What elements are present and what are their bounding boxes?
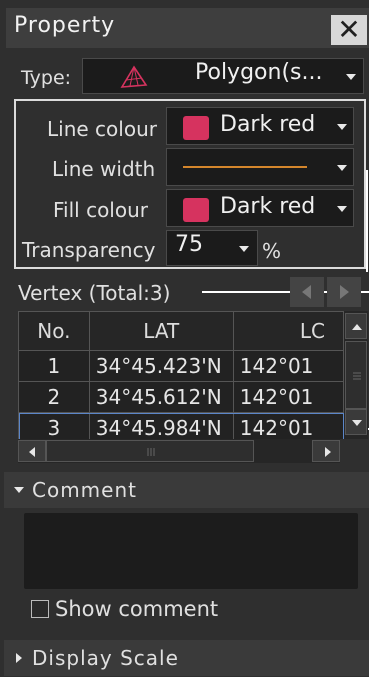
close-button[interactable]: ✕ <box>331 15 367 45</box>
chevron-left-icon <box>302 285 311 299</box>
line-colour-label: Line colour <box>47 117 157 141</box>
chevron-down-icon <box>337 206 347 212</box>
property-panel: Property ✕ Type: Polygon(s... Line colou… <box>0 0 369 677</box>
panel-title: Property <box>14 13 116 38</box>
vertex-no: 2 <box>18 381 90 413</box>
chevron-down-icon <box>352 420 362 426</box>
chevron-right-icon <box>325 447 331 457</box>
transparency-value: 75 <box>175 232 203 257</box>
vertex-grid: No. LAT LC 1 34°45.423'N 142°01 2 34°45.… <box>18 311 344 439</box>
comment-textarea[interactable] <box>24 513 358 589</box>
show-comment-checkbox[interactable] <box>31 600 49 618</box>
scroll-down-button[interactable] <box>345 409 367 435</box>
vertex-lon: 142°01 <box>232 412 344 439</box>
scroll-thumb[interactable] <box>345 341 367 409</box>
vertex-no: 3 <box>18 412 90 439</box>
column-header-lon[interactable]: LC <box>232 311 344 351</box>
column-header-no[interactable]: No. <box>18 311 90 351</box>
chevron-down-icon <box>346 74 356 80</box>
comment-section-header[interactable]: Comment <box>4 472 369 508</box>
vertex-lat: 34°45.423'N <box>88 350 234 382</box>
scroll-left-button[interactable] <box>18 440 46 462</box>
chevron-down-icon <box>337 124 347 130</box>
vertex-no: 1 <box>18 350 90 382</box>
comment-section-label: Comment <box>32 478 137 502</box>
fill-colour-dropdown[interactable]: Dark red <box>166 189 354 227</box>
line-colour-value: Dark red <box>220 112 316 137</box>
leader-line <box>366 170 368 272</box>
vertex-lat: 34°45.612'N <box>88 381 234 413</box>
line-width-label: Line width <box>52 157 156 181</box>
close-icon: ✕ <box>337 13 361 46</box>
table-row-selected[interactable]: 3 34°45.984'N 142°01 <box>18 412 344 439</box>
transparency-dropdown[interactable]: 75 <box>166 230 258 266</box>
chevron-right-icon <box>16 653 22 663</box>
grip-icon <box>353 372 361 380</box>
chevron-up-icon <box>352 324 362 330</box>
scroll-thumb[interactable] <box>46 440 254 462</box>
chevron-left-icon <box>29 447 35 457</box>
scroll-up-button[interactable] <box>345 313 367 339</box>
line-colour-dropdown[interactable]: Dark red <box>166 107 354 145</box>
scroll-right-button[interactable] <box>312 440 340 462</box>
transparency-label: Transparency <box>22 238 156 262</box>
vertex-lon: 142°01 <box>232 350 344 382</box>
chevron-down-icon <box>337 165 347 171</box>
fill-colour-label: Fill colour <box>53 198 148 222</box>
prev-vertex-button[interactable] <box>290 277 324 307</box>
vertex-title: Vertex (Total:3) <box>18 281 171 305</box>
vertex-lon: 142°01 <box>232 381 344 413</box>
vertex-lat: 34°45.984'N <box>88 412 234 439</box>
table-row[interactable]: 1 34°45.423'N 142°01 <box>18 350 344 382</box>
column-header-lat[interactable]: LAT <box>88 311 234 351</box>
line-width-sample <box>183 166 307 168</box>
transparency-unit: % <box>262 239 282 263</box>
display-scale-label: Display Scale <box>32 646 179 670</box>
type-label: Type: <box>21 67 72 89</box>
show-comment-label[interactable]: Show comment <box>55 597 218 621</box>
vertical-scrollbar[interactable] <box>344 311 368 439</box>
chevron-down-icon <box>14 487 24 493</box>
polygon-icon <box>120 65 148 88</box>
fill-colour-value: Dark red <box>220 194 316 219</box>
chevron-right-icon <box>340 285 349 299</box>
fill-colour-swatch <box>183 198 209 222</box>
type-dropdown[interactable]: Polygon(s... <box>82 58 364 94</box>
chevron-down-icon <box>239 246 249 252</box>
horizontal-scrollbar[interactable] <box>18 439 340 463</box>
line-width-dropdown[interactable] <box>166 148 354 186</box>
next-vertex-button[interactable] <box>327 277 361 307</box>
display-scale-section-header[interactable]: Display Scale <box>4 640 369 676</box>
type-value: Polygon(s... <box>195 60 323 85</box>
table-row[interactable]: 2 34°45.612'N 142°01 <box>18 381 344 413</box>
grip-icon <box>147 448 155 456</box>
line-colour-swatch <box>183 116 209 140</box>
vertex-table: No. LAT LC 1 34°45.423'N 142°01 2 34°45.… <box>18 311 344 439</box>
